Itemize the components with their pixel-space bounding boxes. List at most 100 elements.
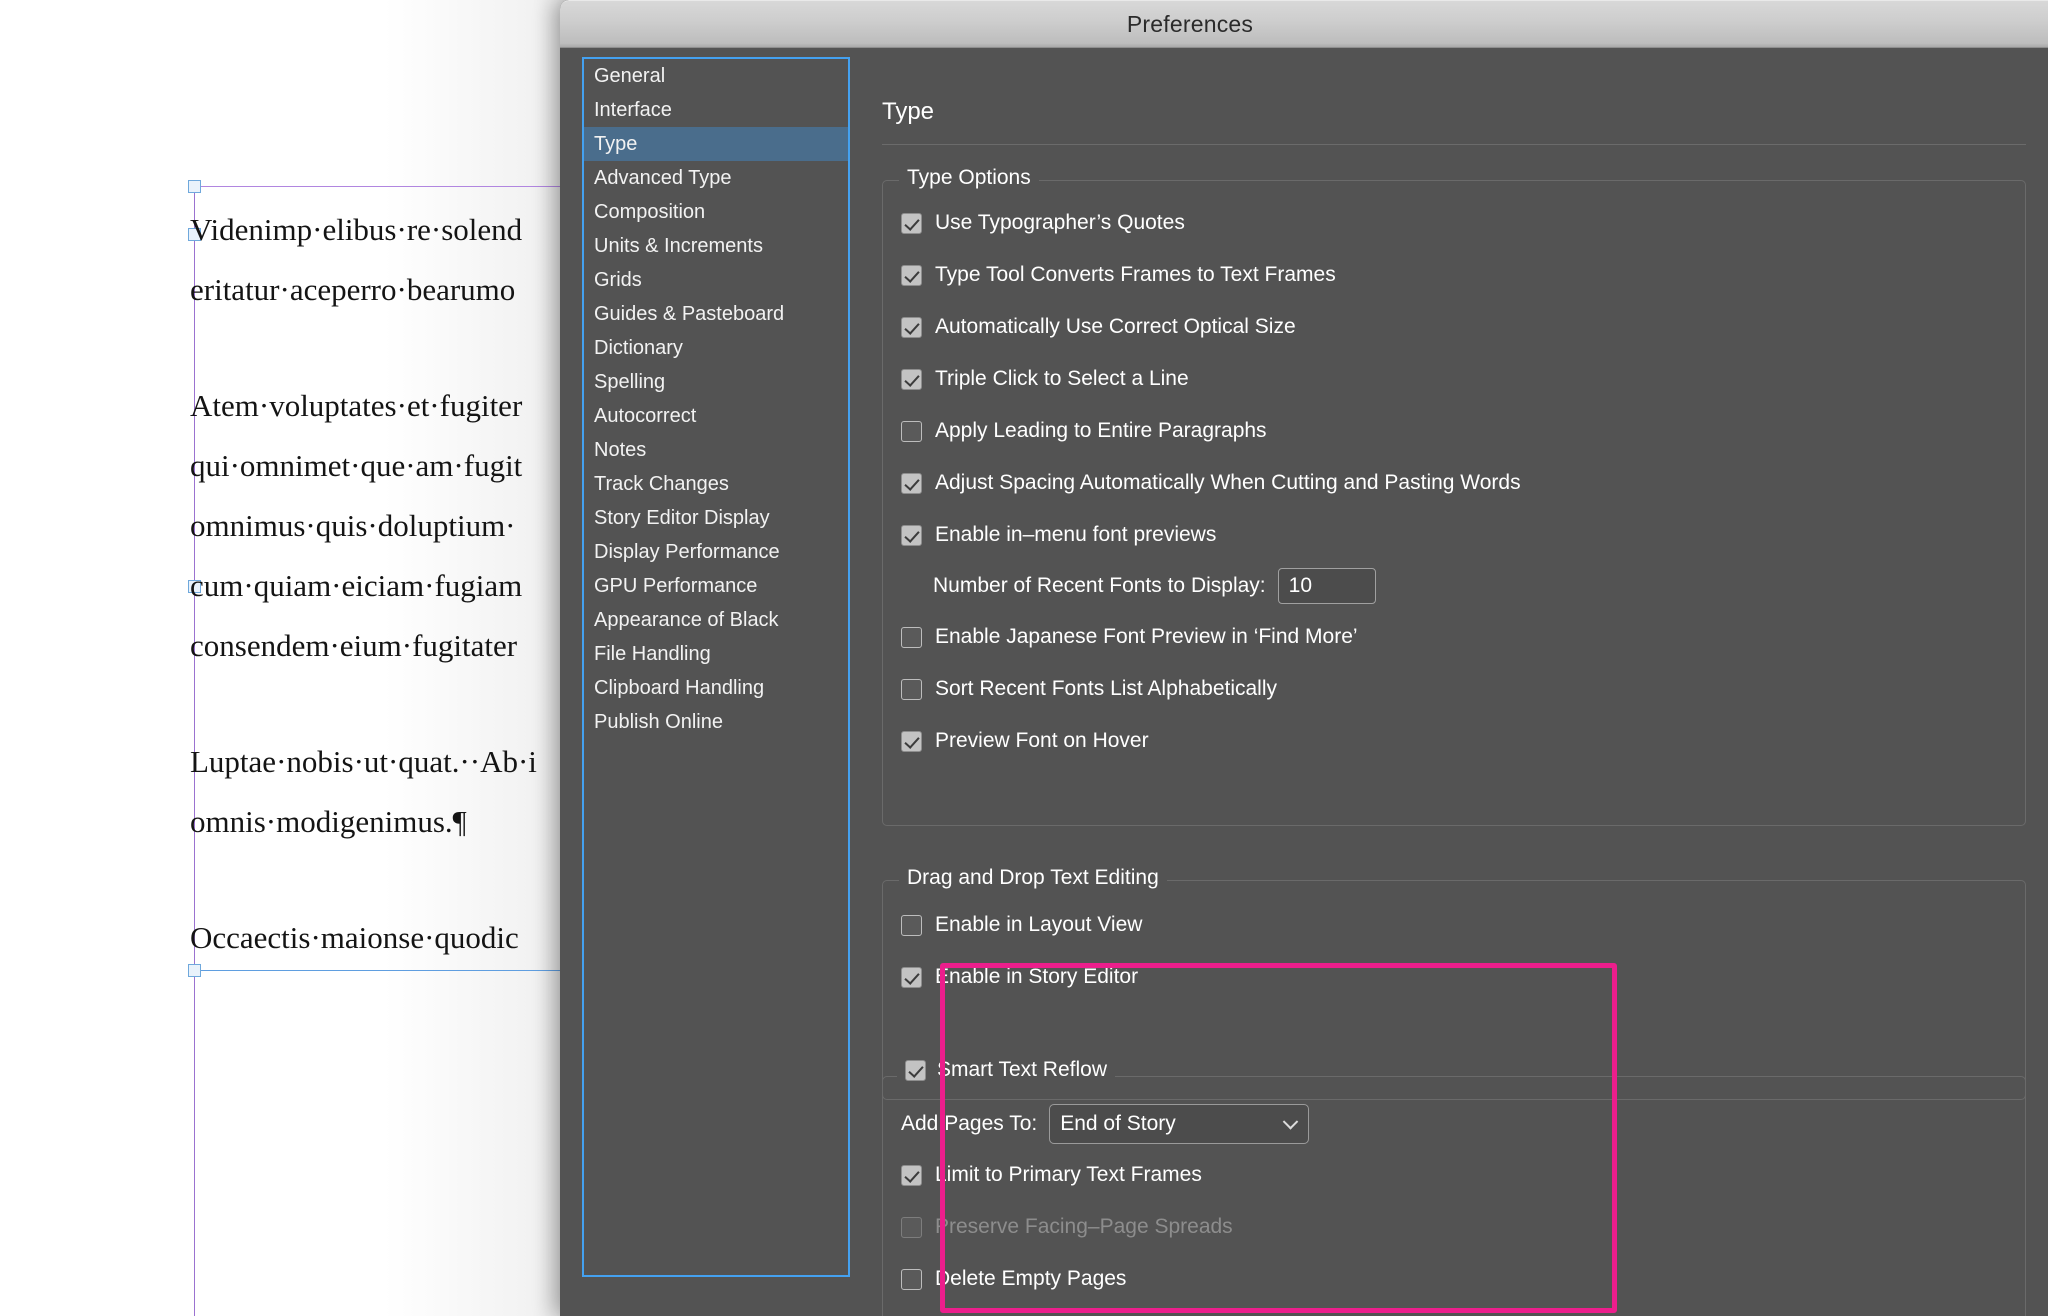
sidebar-item-units-increments[interactable]: Units & Increments xyxy=(584,229,848,263)
checkbox-row[interactable]: Enable Japanese Font Preview in ‘Find Mo… xyxy=(901,617,2025,657)
sidebar-item-spelling[interactable]: Spelling xyxy=(584,365,848,399)
checkbox-row[interactable]: Use Typographer’s Quotes xyxy=(901,203,2025,243)
dialog-titlebar[interactable]: Preferences xyxy=(560,0,2048,48)
sidebar-item-publish-online[interactable]: Publish Online xyxy=(584,705,848,739)
checkbox-sort-recent-fonts-list-alphabetically[interactable] xyxy=(901,678,922,700)
sidebar-item-label: General xyxy=(594,65,666,87)
checkbox-label: Preview Font on Hover xyxy=(935,729,1149,752)
checkbox-row[interactable]: Adjust Spacing Automatically When Cuttin… xyxy=(901,463,2025,503)
checkbox-automatically-use-correct-optical-size[interactable] xyxy=(901,316,922,338)
checkbox-label: Enable in–menu font previews xyxy=(935,523,1217,546)
add-pages-select[interactable]: End of Story xyxy=(1049,1104,1310,1144)
sidebar-item-label: Track Changes xyxy=(594,473,729,495)
checkbox-apply-leading-to-entire-paragraphs[interactable] xyxy=(901,420,922,442)
checkbox-row[interactable]: Enable in Layout View xyxy=(901,905,2025,945)
checkbox-row[interactable]: Apply Leading to Entire Paragraphs xyxy=(901,411,2025,451)
checkbox-label: Enable in Story Editor xyxy=(935,965,1139,988)
sidebar-item-general[interactable]: General xyxy=(584,59,848,93)
checkbox-label: Limit to Primary Text Frames xyxy=(935,1163,1202,1186)
sidebar-item-advanced-type[interactable]: Advanced Type xyxy=(584,161,848,195)
sidebar-item-label: Publish Online xyxy=(594,711,723,733)
drag-drop-checkbox-list: Enable in Layout View Enable in Story Edi… xyxy=(883,881,2025,997)
sidebar-item-guides-pasteboard[interactable]: Guides & Pasteboard xyxy=(584,297,848,331)
checkbox-row[interactable]: Enable in–menu font previews xyxy=(901,515,2025,555)
checkbox-enable-japanese-font-preview-in-find-more[interactable] xyxy=(901,626,922,648)
smart-text-reflow-legend[interactable]: Smart Text Reflow xyxy=(897,1058,1115,1082)
add-pages-label: Add Pages To: xyxy=(901,1112,1038,1135)
type-options-group: Type Options Use Typographer’s Quotes Typ… xyxy=(882,166,2026,826)
sidebar-item-label: File Handling xyxy=(594,643,711,665)
checkbox-enable-in-layout-view[interactable] xyxy=(901,914,922,936)
checkbox-label: Adjust Spacing Automatically When Cuttin… xyxy=(935,471,1521,494)
checkbox-preview-font-on-hover[interactable] xyxy=(901,730,922,752)
dialog-title: Preferences xyxy=(1126,10,1254,37)
sidebar-item-type[interactable]: Type xyxy=(584,127,848,161)
sidebar-item-label: Story Editor Display xyxy=(594,507,770,529)
checkbox-label: Enable Japanese Font Preview in ‘Find Mo… xyxy=(935,625,1358,648)
checkbox-row[interactable]: Automatically Use Correct Optical Size xyxy=(901,307,2025,347)
sidebar-item-gpu-performance[interactable]: GPU Performance xyxy=(584,569,848,603)
checkbox-row[interactable]: Enable in Story Editor xyxy=(901,957,2025,997)
recent-fonts-label: Number of Recent Fonts to Display: xyxy=(933,574,1266,597)
preferences-dialog: Preferences General Interface Type Advanced… xyxy=(560,0,2048,1316)
sidebar-item-label: Units & Increments xyxy=(594,235,763,257)
sidebar-item-file-handling[interactable]: File Handling xyxy=(584,637,848,671)
checkbox-triple-click-to-select-a-line[interactable] xyxy=(901,368,922,390)
checkbox-label: Apply Leading to Entire Paragraphs xyxy=(935,419,1267,442)
checkbox-label: Delete Empty Pages xyxy=(935,1267,1127,1290)
checkbox-adjust-spacing-automatically-when-cutting-and-pasting-words[interactable] xyxy=(901,472,922,494)
checkbox-row[interactable]: Delete Empty Pages xyxy=(901,1259,2025,1299)
drag-drop-legend: Drag and Drop Text Editing xyxy=(899,866,1167,890)
sidebar-item-label: Clipboard Handling xyxy=(594,677,765,699)
sidebar-item-label: Dictionary xyxy=(594,337,683,359)
sidebar-item-composition[interactable]: Composition xyxy=(584,195,848,229)
checkbox-label: Enable in Layout View xyxy=(935,913,1143,936)
add-pages-value: End of Story xyxy=(1060,1112,1176,1135)
checkbox-preserve-facing-page-spreads xyxy=(901,1216,922,1238)
dialog-body: General Interface Type Advanced Type Composi… xyxy=(560,48,2048,1316)
frame-handle-top-left[interactable] xyxy=(188,180,201,193)
sidebar-item-label: Spelling xyxy=(594,371,666,393)
sidebar-item-interface[interactable]: Interface xyxy=(584,93,848,127)
checkbox-enable-in-story-editor[interactable] xyxy=(901,966,922,988)
checkbox-delete-empty-pages[interactable] xyxy=(901,1268,922,1290)
add-pages-row: Add Pages To: End of Story xyxy=(901,1103,2025,1145)
pane-divider xyxy=(882,144,2026,145)
sidebar-item-clipboard-handling[interactable]: Clipboard Handling xyxy=(584,671,848,705)
sidebar-item-track-changes[interactable]: Track Changes xyxy=(584,467,848,501)
sidebar-item-label: Guides & Pasteboard xyxy=(594,303,785,325)
sidebar-item-story-editor-display[interactable]: Story Editor Display xyxy=(584,501,848,535)
checkbox-row[interactable]: Preview Font on Hover xyxy=(901,721,2025,761)
sidebar-item-label: Appearance of Black xyxy=(594,609,779,631)
recent-fonts-input[interactable] xyxy=(1277,568,1376,604)
sidebar-item-label: Notes xyxy=(594,439,647,461)
checkbox-limit-to-primary-text-frames[interactable] xyxy=(901,1164,922,1186)
checkbox-use-typographer-s-quotes[interactable] xyxy=(901,212,922,234)
document-canvas: Videnimp·elibus·re·solend eritatur·acepe… xyxy=(0,0,624,1316)
sidebar-item-display-performance[interactable]: Display Performance xyxy=(584,535,848,569)
smart-text-reflow-legend-label: Smart Text Reflow xyxy=(937,1058,1107,1081)
checkbox-row[interactable]: Preserve Facing–Page Spreads xyxy=(901,1207,2025,1247)
checkbox-row[interactable]: Limit to Primary Text Frames xyxy=(901,1155,2025,1195)
type-options-checkbox-list-2: Enable Japanese Font Preview in ‘Find Mo… xyxy=(883,607,2025,761)
sidebar-item-notes[interactable]: Notes xyxy=(584,433,848,467)
sidebar-item-appearance-of-black[interactable]: Appearance of Black xyxy=(584,603,848,637)
sidebar-item-label: Type xyxy=(594,133,638,155)
checkbox-row[interactable]: Sort Recent Fonts List Alphabetically xyxy=(901,669,2025,709)
checkbox-label: Automatically Use Correct Optical Size xyxy=(935,315,1296,338)
recent-fonts-row: Number of Recent Fonts to Display: xyxy=(901,565,2025,607)
checkbox-row[interactable]: Triple Click to Select a Line xyxy=(901,359,2025,399)
preferences-category-list[interactable]: General Interface Type Advanced Type Composi… xyxy=(582,57,850,1277)
sidebar-item-label: Display Performance xyxy=(594,541,780,563)
checkbox-label: Preserve Facing–Page Spreads xyxy=(935,1215,1233,1238)
checkbox-row[interactable]: Type Tool Converts Frames to Text Frames xyxy=(901,255,2025,295)
checkbox-type-tool-converts-frames-to-text-frames[interactable] xyxy=(901,264,922,286)
sidebar-item-label: Composition xyxy=(594,201,706,223)
preferences-pane: Type Type Options Use Typographer’s Quot… xyxy=(866,48,2048,1316)
smart-text-reflow-checkbox[interactable] xyxy=(905,1059,926,1081)
checkbox-enable-in-menu-font-previews[interactable] xyxy=(901,524,922,546)
sidebar-item-grids[interactable]: Grids xyxy=(584,263,848,297)
sidebar-item-autocorrect[interactable]: Autocorrect xyxy=(584,399,848,433)
sidebar-item-dictionary[interactable]: Dictionary xyxy=(584,331,848,365)
sidebar-item-label: Autocorrect xyxy=(594,405,697,427)
